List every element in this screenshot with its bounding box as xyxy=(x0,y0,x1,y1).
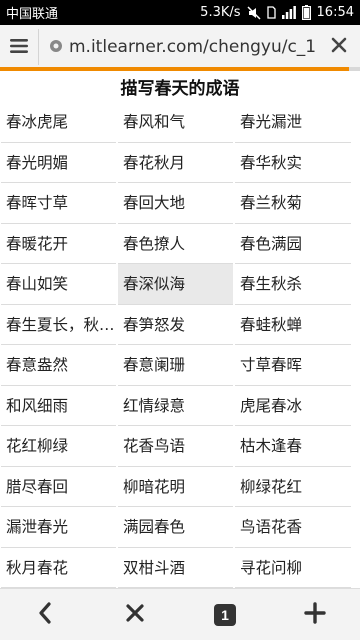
idiom-link[interactable]: 春意阑珊 xyxy=(118,345,233,386)
browser-toolbar: m.itlearner.com/chengyu/c_1 xyxy=(0,25,360,69)
stop-button[interactable] xyxy=(105,590,165,640)
status-bar: 中国联通 5.3K/s 16:54 xyxy=(0,0,360,25)
mute-icon xyxy=(247,5,261,20)
back-icon xyxy=(38,601,52,628)
page-load-progress-fill xyxy=(0,67,350,71)
idiom-link[interactable]: 春兰秋菊 xyxy=(235,183,351,224)
idiom-link[interactable]: 红情绿意 xyxy=(118,386,233,426)
menu-button[interactable] xyxy=(0,25,38,69)
idiom-link[interactable]: 花香鸟语 xyxy=(118,426,233,467)
page-load-progress xyxy=(0,67,360,71)
idiom-link[interactable]: 鸟语花香 xyxy=(235,507,351,548)
idiom-link[interactable]: 春意盎然 xyxy=(1,345,116,386)
idiom-link[interactable]: 腊尽春回 xyxy=(1,467,116,507)
idiom-link[interactable]: 春生秋杀 xyxy=(235,264,351,305)
idiom-link[interactable]: 柳绿花红 xyxy=(235,467,351,507)
idiom-link[interactable]: 春生夏长，秋… xyxy=(1,305,116,345)
idiom-link[interactable]: 和风细雨 xyxy=(1,386,116,426)
idiom-link[interactable]: 春山如笑 xyxy=(1,264,116,305)
new-tab-button[interactable] xyxy=(285,590,345,640)
close-icon xyxy=(331,37,347,57)
plus-icon xyxy=(304,601,326,628)
page-title: 描写春天的成语 xyxy=(120,79,240,99)
idiom-link[interactable]: 虎尾春冰 xyxy=(235,386,351,426)
idiom-link[interactable]: 花红柳绿 xyxy=(1,426,116,467)
battery-icon xyxy=(301,5,311,20)
idiom-link[interactable]: 柳暗花明 xyxy=(118,467,233,507)
idiom-link[interactable]: 春深似海 xyxy=(118,264,233,305)
signal-icon xyxy=(281,6,296,19)
close-page-button[interactable] xyxy=(318,25,360,69)
idiom-link[interactable]: 春暖花开 xyxy=(1,224,116,264)
status-indicators: 5.3K/s 16:54 xyxy=(200,5,354,20)
idiom-link[interactable]: 春蛙秋蝉 xyxy=(235,305,351,345)
address-bar[interactable]: m.itlearner.com/chengyu/c_1 xyxy=(38,29,318,65)
idiom-link[interactable]: 枯木逢春 xyxy=(235,426,351,467)
idiom-link[interactable]: 春色撩人 xyxy=(118,224,233,264)
tabs-icon: 1 xyxy=(214,603,236,626)
menu-icon xyxy=(10,38,28,57)
idiom-link[interactable]: 春回大地 xyxy=(118,183,233,224)
idiom-link[interactable]: 漏泄春光 xyxy=(1,507,116,548)
url-text: m.itlearner.com/chengyu/c_1 xyxy=(69,37,317,57)
network-speed: 5.3K/s xyxy=(200,5,241,20)
idiom-link[interactable]: 春笋怒发 xyxy=(118,305,233,345)
idiom-link[interactable]: 秋月春花 xyxy=(1,548,116,588)
idiom-link[interactable]: 春光明媚 xyxy=(1,143,116,183)
stop-icon xyxy=(125,603,145,627)
clock: 16:54 xyxy=(316,5,354,20)
idiom-grid: 春冰虎尾 春风和气 春光漏泄春光明媚 春花秋月 春华秋实春晖寸草 春回大地 春兰秋菊春暖花开… xyxy=(0,102,360,588)
idiom-link[interactable]: 春风和气 xyxy=(118,102,233,143)
idiom-link[interactable]: 双柑斗酒 xyxy=(118,548,233,588)
globe-icon xyxy=(49,38,63,57)
idiom-link[interactable]: 春冰虎尾 xyxy=(1,102,116,143)
idiom-link[interactable]: 春光漏泄 xyxy=(235,102,351,143)
idiom-link[interactable]: 春华秋实 xyxy=(235,143,351,183)
carrier-name: 中国联通 xyxy=(6,7,59,22)
idiom-link[interactable]: 春色满园 xyxy=(235,224,351,264)
tabs-button[interactable]: 1 xyxy=(195,590,255,640)
idiom-link[interactable]: 寸草春晖 xyxy=(235,345,351,386)
idiom-link[interactable]: 满园春色 xyxy=(118,507,233,548)
idiom-link[interactable]: 寻花问柳 xyxy=(235,548,351,588)
sim-icon xyxy=(266,6,276,19)
back-button[interactable] xyxy=(15,590,75,640)
bottom-nav-bar: 1 xyxy=(0,588,360,640)
idiom-link[interactable]: 春花秋月 xyxy=(118,143,233,183)
idiom-link[interactable]: 春晖寸草 xyxy=(1,183,116,224)
